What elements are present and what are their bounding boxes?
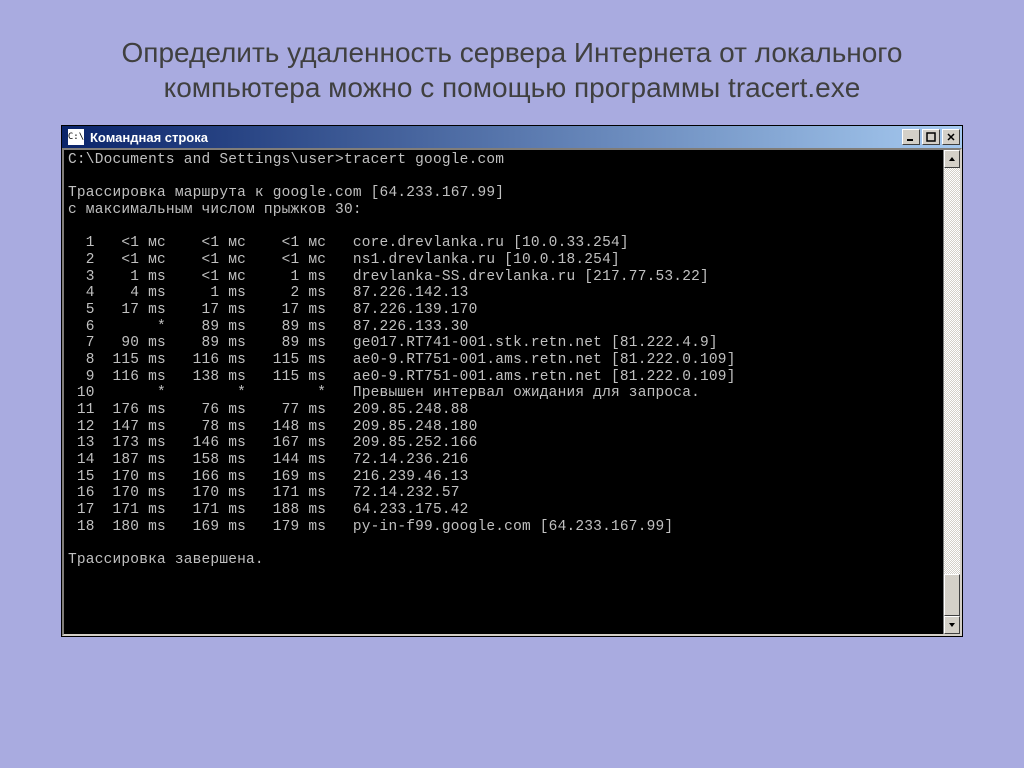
close-button[interactable] <box>942 129 960 145</box>
maximize-button[interactable] <box>922 129 940 145</box>
scroll-up-button[interactable] <box>944 150 960 168</box>
titlebar[interactable]: C:\ Командная строка <box>62 126 962 148</box>
scroll-thumb[interactable] <box>944 574 960 616</box>
cmd-window: C:\ Командная строка C:\Documents and Se… <box>61 125 963 637</box>
app-icon: C:\ <box>68 129 84 145</box>
window-title: Командная строка <box>88 130 902 145</box>
slide-heading: Определить удаленность сервера Интернета… <box>40 35 984 105</box>
vertical-scrollbar[interactable] <box>943 150 960 634</box>
scroll-down-button[interactable] <box>944 616 960 634</box>
scroll-track[interactable] <box>944 168 960 616</box>
console-output[interactable]: C:\Documents and Settings\user>tracert g… <box>64 150 943 634</box>
minimize-button[interactable] <box>902 129 920 145</box>
